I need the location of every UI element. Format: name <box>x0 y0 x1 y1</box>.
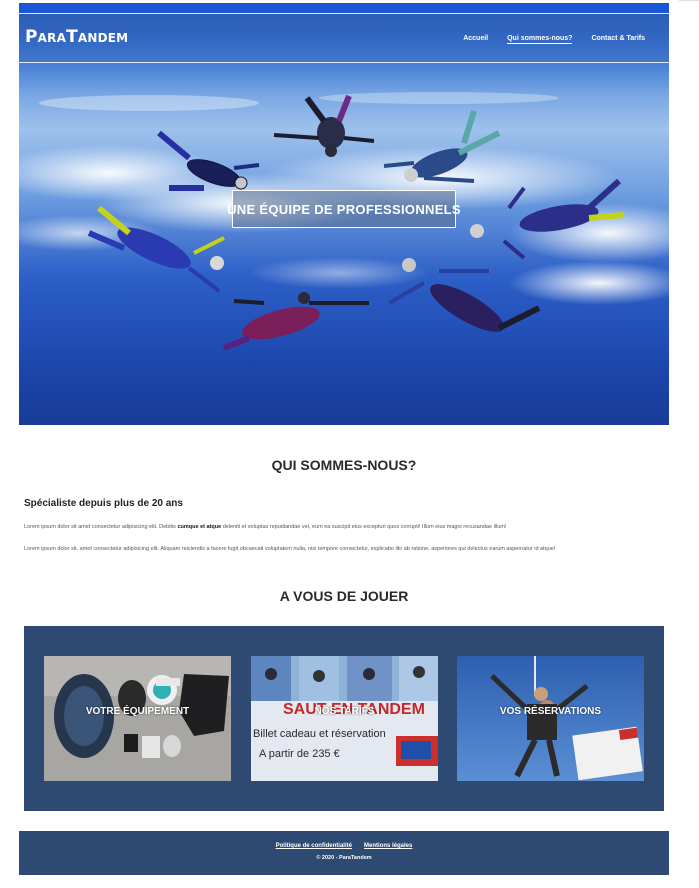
nav-contact-tarifs[interactable]: Contact & Tarifs <box>591 35 645 44</box>
about-subheading: Spécialiste depuis plus de 20 ans <box>24 498 183 509</box>
card-reservations[interactable]: VOS RÉSERVATIONS <box>457 656 644 781</box>
brand-logo[interactable]: ParaTandem <box>25 27 128 47</box>
about-heading: QUI SOMMES-NOUS? <box>271 457 417 473</box>
page: ParaTandem Accueil Qui sommes-nous? Cont… <box>19 0 669 888</box>
card-tarifs[interactable]: SAUT EN TANDEM Billet cadeau et réservat… <box>251 656 438 781</box>
card-reservations-label: VOS RÉSERVATIONS <box>499 706 602 717</box>
equipment-image <box>44 656 231 781</box>
about-paragraph-2: Lorem ipsum dolor sit, amet consectetur … <box>24 546 556 552</box>
nav-accueil[interactable]: Accueil <box>463 35 488 44</box>
reservations-image <box>457 656 644 781</box>
link-politique-confidentialite[interactable]: Politique de confidentialité <box>276 843 352 849</box>
skydiver-6 <box>222 292 369 351</box>
hero-title: UNE ÉQUIPE DE PROFESSIONNELS <box>227 190 461 228</box>
about-paragraph-1-bold: cumque et atque <box>177 524 222 530</box>
about-paragraph-1-start: Lorem ipsum dolor sit amet consectetur a… <box>24 524 178 530</box>
card-tarifs-label: NOS TARIFS <box>314 706 375 717</box>
nav-qui-sommes-nous[interactable]: Qui sommes-nous? <box>507 35 573 44</box>
card-equipement-label: VOTRE ÉQUIPEMENT <box>85 706 190 717</box>
play-heading: A VOUS DE JOUER <box>279 588 409 604</box>
about-paragraph-1-end: deleniti et voluptas repudiandae vel, eu… <box>221 524 507 530</box>
footer: Politique de confidentialité Mentions lé… <box>19 831 669 875</box>
copyright: © 2020 - ParaTandem <box>316 855 372 861</box>
top-right-line <box>679 0 699 1</box>
navbar: ParaTandem Accueil Qui sommes-nous? Cont… <box>19 13 669 63</box>
hero-banner: ParaTandem Accueil Qui sommes-nous? Cont… <box>19 3 669 425</box>
tarifs-image-line2: A partir de 235 € <box>259 748 340 760</box>
hero-top-strip <box>19 3 669 13</box>
main-nav: Accueil Qui sommes-nous? Contact & Tarif… <box>463 35 645 44</box>
about-paragraph-1: Lorem ipsum dolor sit amet consectetur a… <box>24 524 664 530</box>
skydiver-7 <box>388 258 541 332</box>
footer-links: Politique de confidentialité Mentions lé… <box>19 843 669 849</box>
card-equipement[interactable]: VOTRE ÉQUIPEMENT <box>44 656 231 781</box>
cards-panel: VOTRE ÉQUIPEMENT SAUT EN TANDEM Billet c… <box>24 626 664 811</box>
link-mentions-legales[interactable]: Mentions légales <box>364 843 412 849</box>
tarifs-image-line1: Billet cadeau et réservation <box>253 728 386 740</box>
skydiver-2 <box>273 94 375 157</box>
